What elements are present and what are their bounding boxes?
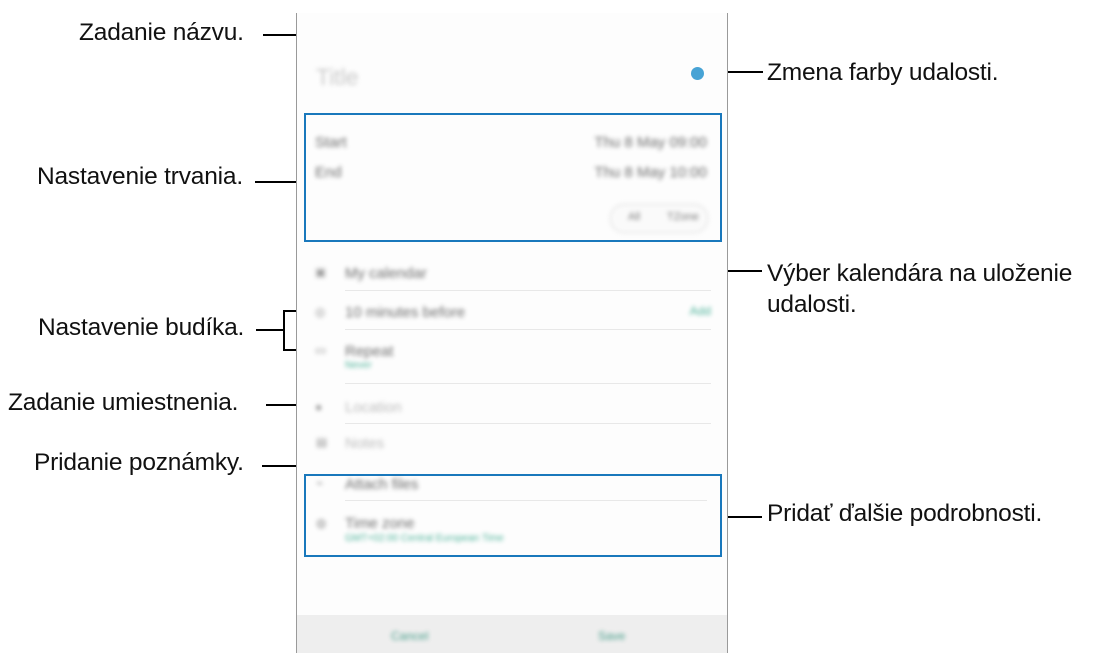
callout-calendar-line-1: Výber kalendára na uloženie [767,260,1073,287]
phone-screen: Title Start Thu 8 May 09:00 End Thu 8 Ma… [296,13,728,653]
callout-title: Zadanie názvu. [79,19,244,46]
repeat-value: Never [345,360,372,371]
end-value[interactable]: Thu 8 May 10:00 [594,164,707,181]
callout-duration: Nastavenie trvania. [37,163,243,190]
callout-location: Zadanie umiestnenia. [8,389,239,416]
repeat-label[interactable]: Repeat [345,343,393,360]
event-color-dot[interactable] [691,67,704,80]
divider-2 [345,329,711,330]
location-icon: ● [315,400,323,414]
cancel-button[interactable]: Cancel [391,629,428,643]
attachment-icon: ⌁ [316,476,324,490]
reminder-add[interactable]: Add [690,304,711,318]
save-button[interactable]: Save [598,629,625,643]
bottom-action-bar: Cancel Save [297,615,727,653]
callout-note: Pridanie poznámky. [34,449,244,476]
attachments-field[interactable]: Attach files [345,476,418,493]
time-zone-toggle-label: TZone [667,211,699,223]
event-title-input[interactable]: Title [316,64,359,91]
divider-4 [345,423,711,424]
calendar-icon: ▣ [315,265,327,279]
divider-5 [345,500,707,501]
all-day-label: All [628,211,641,223]
start-value[interactable]: Thu 8 May 09:00 [594,134,707,151]
leader-duration [255,181,302,183]
notes-icon: ▤ [316,435,328,449]
leader-alarm-main [256,329,284,331]
all-day-toggle[interactable]: All TZone [610,204,708,233]
timezone-value: GMT+02:00 Central European Time [345,533,504,544]
start-label: Start [315,134,347,151]
callout-details: Pridať ďalšie podrobnosti. [767,500,1043,527]
notes-field[interactable]: Notes [345,435,384,452]
calendar-select[interactable]: My calendar [345,265,427,282]
timezone-title[interactable]: Time zone [345,515,414,532]
location-field[interactable]: Location [345,399,402,416]
divider-3 [345,383,711,384]
divider-1 [345,290,711,291]
end-label: End [315,164,342,181]
callout-calendar-line-2: udalosti. [767,291,857,318]
callout-color: Zmena farby udalosti. [767,59,999,86]
leader-alarm-vert [283,310,285,350]
reminder-value[interactable]: 10 minutes before [345,304,465,321]
bell-icon: ◎ [315,305,326,319]
callout-alarm: Nastavenie budíka. [38,314,245,341]
globe-icon: ◍ [316,516,327,530]
repeat-icon: ▭ [315,343,327,357]
